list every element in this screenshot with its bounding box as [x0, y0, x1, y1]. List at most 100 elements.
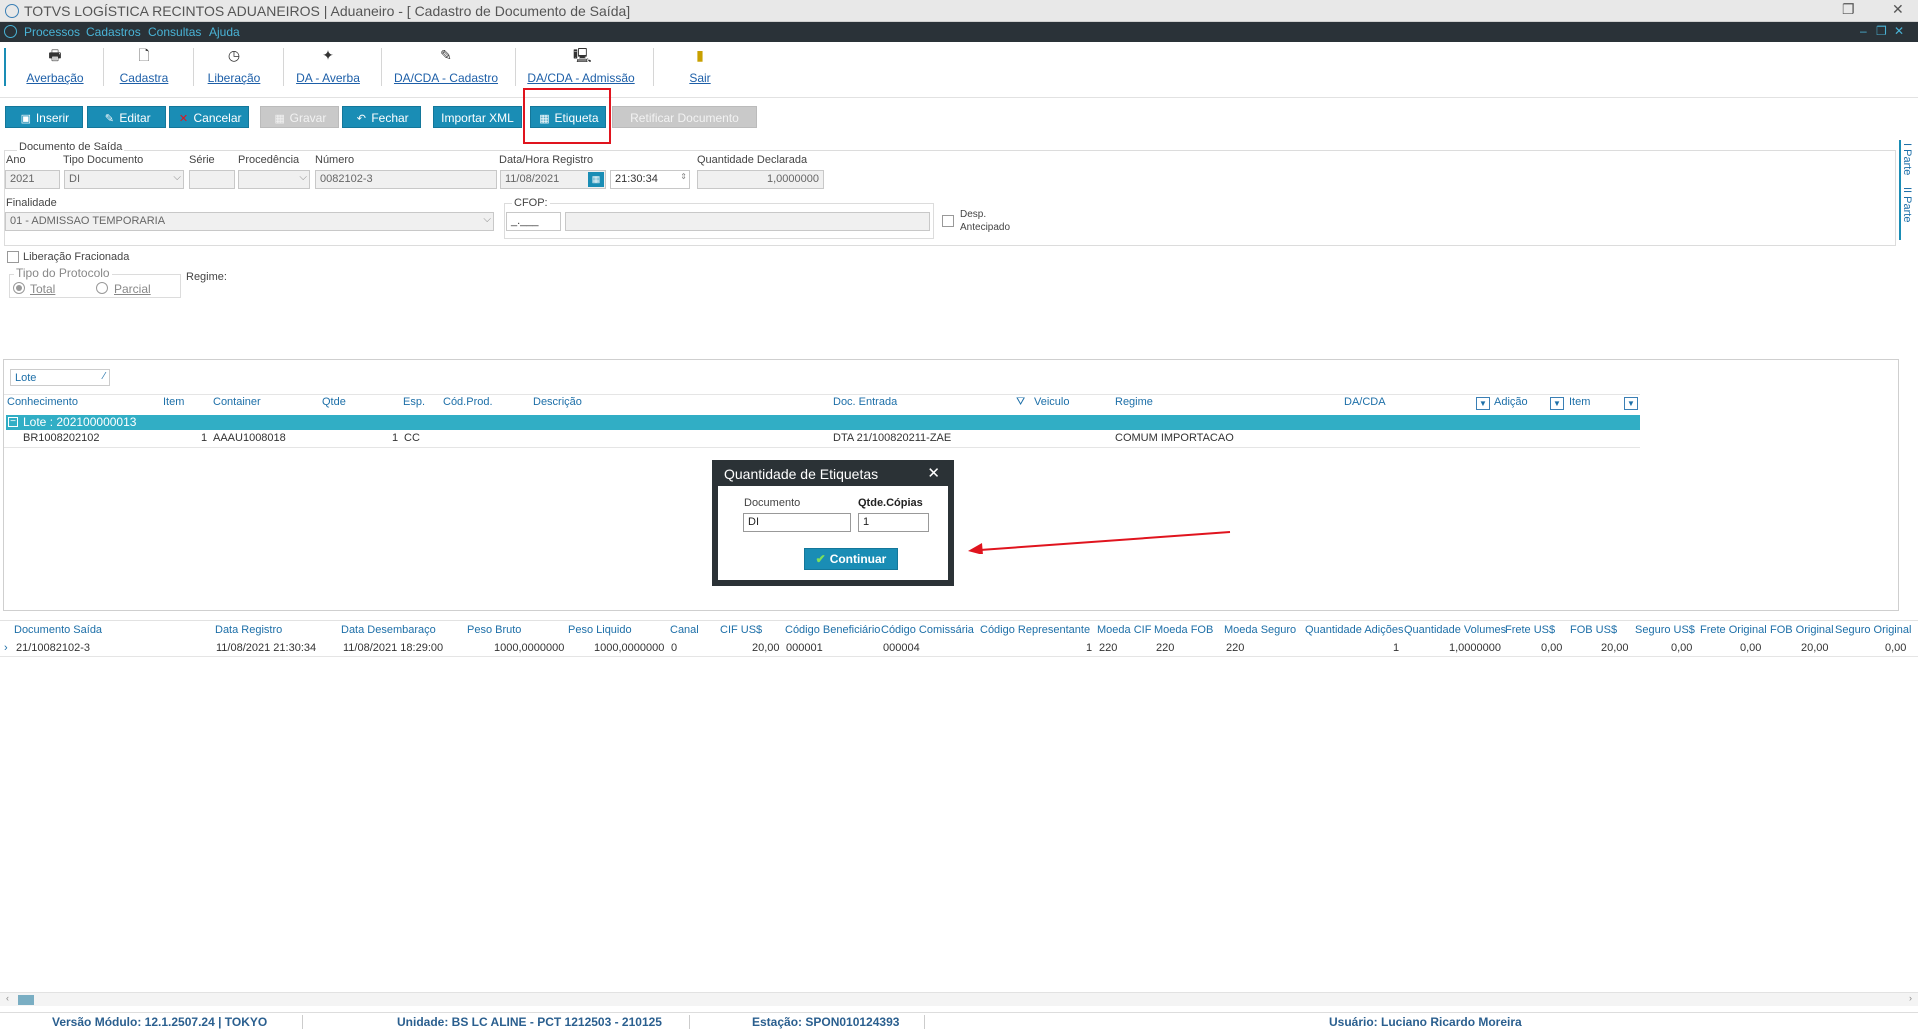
col-cif-us[interactable]: CIF US$: [720, 624, 762, 636]
save-icon: ▦: [274, 113, 285, 125]
data-registro-field[interactable]: 11/08/2021 ▦: [500, 170, 606, 189]
cell-seguro-original: 0,00: [1885, 642, 1907, 654]
col-data-registro[interactable]: Data Registro: [215, 624, 282, 636]
col-item-2[interactable]: Item: [1569, 396, 1590, 408]
group-by-lote-chip[interactable]: Lote ⁄: [10, 369, 110, 386]
col-canal[interactable]: Canal: [670, 624, 699, 636]
col-doc-entrada[interactable]: Doc. Entrada: [833, 396, 897, 408]
ano-field[interactable]: 2021: [5, 170, 60, 189]
minimize-icon[interactable]: –: [1860, 24, 1867, 38]
col-item[interactable]: Item: [163, 396, 184, 408]
horizontal-scrollbar[interactable]: ‹ ›: [0, 992, 1918, 1006]
menu-processos[interactable]: Processos: [24, 25, 80, 39]
col-peso-bruto[interactable]: Peso Bruto: [467, 624, 521, 636]
quantidade-declarada-field[interactable]: 1,0000000: [697, 170, 824, 189]
cfop-field[interactable]: _.___: [506, 212, 561, 231]
col-documento-saida[interactable]: Documento Saída: [14, 624, 102, 636]
col-quantidade-adicoes[interactable]: Quantidade Adições: [1305, 624, 1403, 636]
scroll-right-icon[interactable]: ›: [1909, 993, 1912, 1003]
antecipado-label: Antecipado: [960, 222, 1011, 233]
desp-antecipado-checkbox[interactable]: [942, 215, 954, 227]
liberacao-fracionada-checkbox[interactable]: [7, 251, 19, 263]
cfop-description-field[interactable]: [565, 212, 930, 231]
liberacao-fracionada-label: Liberação Fracionada: [23, 251, 130, 263]
menu-cadastros[interactable]: Cadastros: [86, 25, 141, 39]
serie-field[interactable]: [189, 170, 235, 189]
calendar-icon[interactable]: ▦: [588, 172, 604, 187]
parcial-radio[interactable]: [96, 282, 108, 294]
tipo-documento-select[interactable]: DI ⌵: [64, 170, 184, 189]
col-qtde[interactable]: Qtde: [322, 396, 346, 408]
dropdown-filter-icon[interactable]: ▼: [1624, 397, 1638, 410]
close-window-icon[interactable]: ✕: [1892, 1, 1904, 18]
col-codigo-beneficiario[interactable]: Código Beneficiário: [785, 624, 880, 636]
da-averba-button[interactable]: ✦ DA - Averba: [293, 44, 363, 94]
procedencia-select[interactable]: ⌵: [238, 170, 310, 189]
col-codigo-representante[interactable]: Código Representante: [980, 624, 1090, 636]
dropdown-filter-icon[interactable]: ▼: [1550, 397, 1564, 410]
tab-i-parte[interactable]: I Parte: [1901, 143, 1913, 175]
col-peso-liquido[interactable]: Peso Liquido: [568, 624, 632, 636]
inserir-button[interactable]: ▣ Inserir: [5, 106, 83, 128]
tab-ii-parte[interactable]: II Parte: [1901, 187, 1913, 222]
col-cod-prod[interactable]: Cód.Prod.: [443, 396, 493, 408]
averbacao-button[interactable]: 🖶 Averbação: [22, 44, 88, 94]
col-quantidade-volumes[interactable]: Quantidade Volumes: [1404, 624, 1506, 636]
sair-button[interactable]: ▮ Sair: [676, 44, 724, 94]
col-seguro-original[interactable]: Seguro Original: [1835, 624, 1911, 636]
col-adicao[interactable]: Adição: [1494, 396, 1528, 408]
scroll-left-icon[interactable]: ‹: [6, 993, 9, 1003]
lote-group-row[interactable]: − Lote : 202100000013: [6, 415, 1640, 430]
averbacao-label: Averbação: [26, 71, 84, 85]
close-icon[interactable]: ✕: [1894, 24, 1904, 38]
col-moeda-fob[interactable]: Moeda FOB: [1154, 624, 1213, 636]
cadastra-button[interactable]: 🗋 Cadastra: [113, 44, 175, 94]
dropdown-filter-icon[interactable]: ▼: [1476, 397, 1490, 410]
restore-icon[interactable]: ❐: [1876, 24, 1887, 38]
status-estacao: Estação: SPON010124393: [752, 1015, 900, 1029]
continuar-button[interactable]: ✔ Continuar: [804, 548, 898, 570]
qtde-copias-field[interactable]: 1: [858, 513, 929, 532]
col-fob-original[interactable]: FOB Original: [1770, 624, 1834, 636]
documento-field[interactable]: DI: [743, 513, 851, 532]
col-data-desembaraco[interactable]: Data Desembaraço: [341, 624, 436, 636]
col-seguro-us[interactable]: Seguro US$: [1635, 624, 1695, 636]
numero-field[interactable]: 0082102-3: [315, 170, 497, 189]
col-descricao[interactable]: Descrição: [533, 396, 582, 408]
hora-registro-field[interactable]: 21:30:34 ⇕: [610, 170, 690, 189]
main-toolbar: 🖶 Averbação 🗋 Cadastra ◷ Liberação ✦ DA …: [0, 42, 1918, 98]
importar-xml-button[interactable]: Importar XML: [433, 106, 522, 128]
finalidade-select[interactable]: 01 - ADMISSAO TEMPORARIA ⌵: [5, 212, 494, 231]
editar-button[interactable]: ✎ Editar: [87, 106, 166, 128]
restore-icon[interactable]: ❐: [1842, 1, 1855, 18]
cancelar-button[interactable]: ✕ Cancelar: [169, 106, 249, 128]
col-fob-us[interactable]: FOB US$: [1570, 624, 1617, 636]
col-da-cda[interactable]: DA/CDA: [1344, 396, 1386, 408]
menu-consultas[interactable]: Consultas: [148, 25, 201, 39]
col-regime[interactable]: Regime: [1115, 396, 1153, 408]
col-conhecimento[interactable]: Conhecimento: [7, 396, 78, 408]
da-cda-admissao-button[interactable]: 🖳 DA/CDA - Admissão: [525, 44, 637, 94]
col-frete-us[interactable]: Frete US$: [1505, 624, 1555, 636]
liberacao-button[interactable]: ◷ Liberação: [203, 44, 265, 94]
col-codigo-comissaria[interactable]: Código Comissária: [881, 624, 974, 636]
col-veiculo[interactable]: Veiculo: [1034, 396, 1069, 408]
retificar-documento-button[interactable]: Retificar Documento: [612, 106, 757, 128]
spinner-icon[interactable]: ⇕: [680, 172, 687, 181]
fechar-button[interactable]: ↶ Fechar: [342, 106, 421, 128]
col-container[interactable]: Container: [213, 396, 261, 408]
col-moeda-seguro[interactable]: Moeda Seguro: [1224, 624, 1296, 636]
da-cda-cadastro-button[interactable]: ✎ DA/CDA - Cadastro: [391, 44, 501, 94]
menu-ajuda[interactable]: Ajuda: [209, 25, 240, 39]
collapse-icon[interactable]: −: [8, 417, 18, 427]
toolbar-handle[interactable]: [4, 48, 6, 86]
gravar-button[interactable]: ▦ Gravar: [260, 106, 339, 128]
col-esp[interactable]: Esp.: [403, 396, 425, 408]
filter-icon[interactable]: ⛛: [1016, 396, 1025, 409]
scroll-thumb[interactable]: [18, 995, 34, 1005]
col-frete-original[interactable]: Frete Original: [1700, 624, 1767, 636]
cell-moeda-fob: 220: [1156, 642, 1175, 654]
total-radio[interactable]: [13, 282, 25, 294]
close-icon[interactable]: ✕: [927, 464, 940, 482]
col-moeda-cif[interactable]: Moeda CIF: [1097, 624, 1151, 636]
